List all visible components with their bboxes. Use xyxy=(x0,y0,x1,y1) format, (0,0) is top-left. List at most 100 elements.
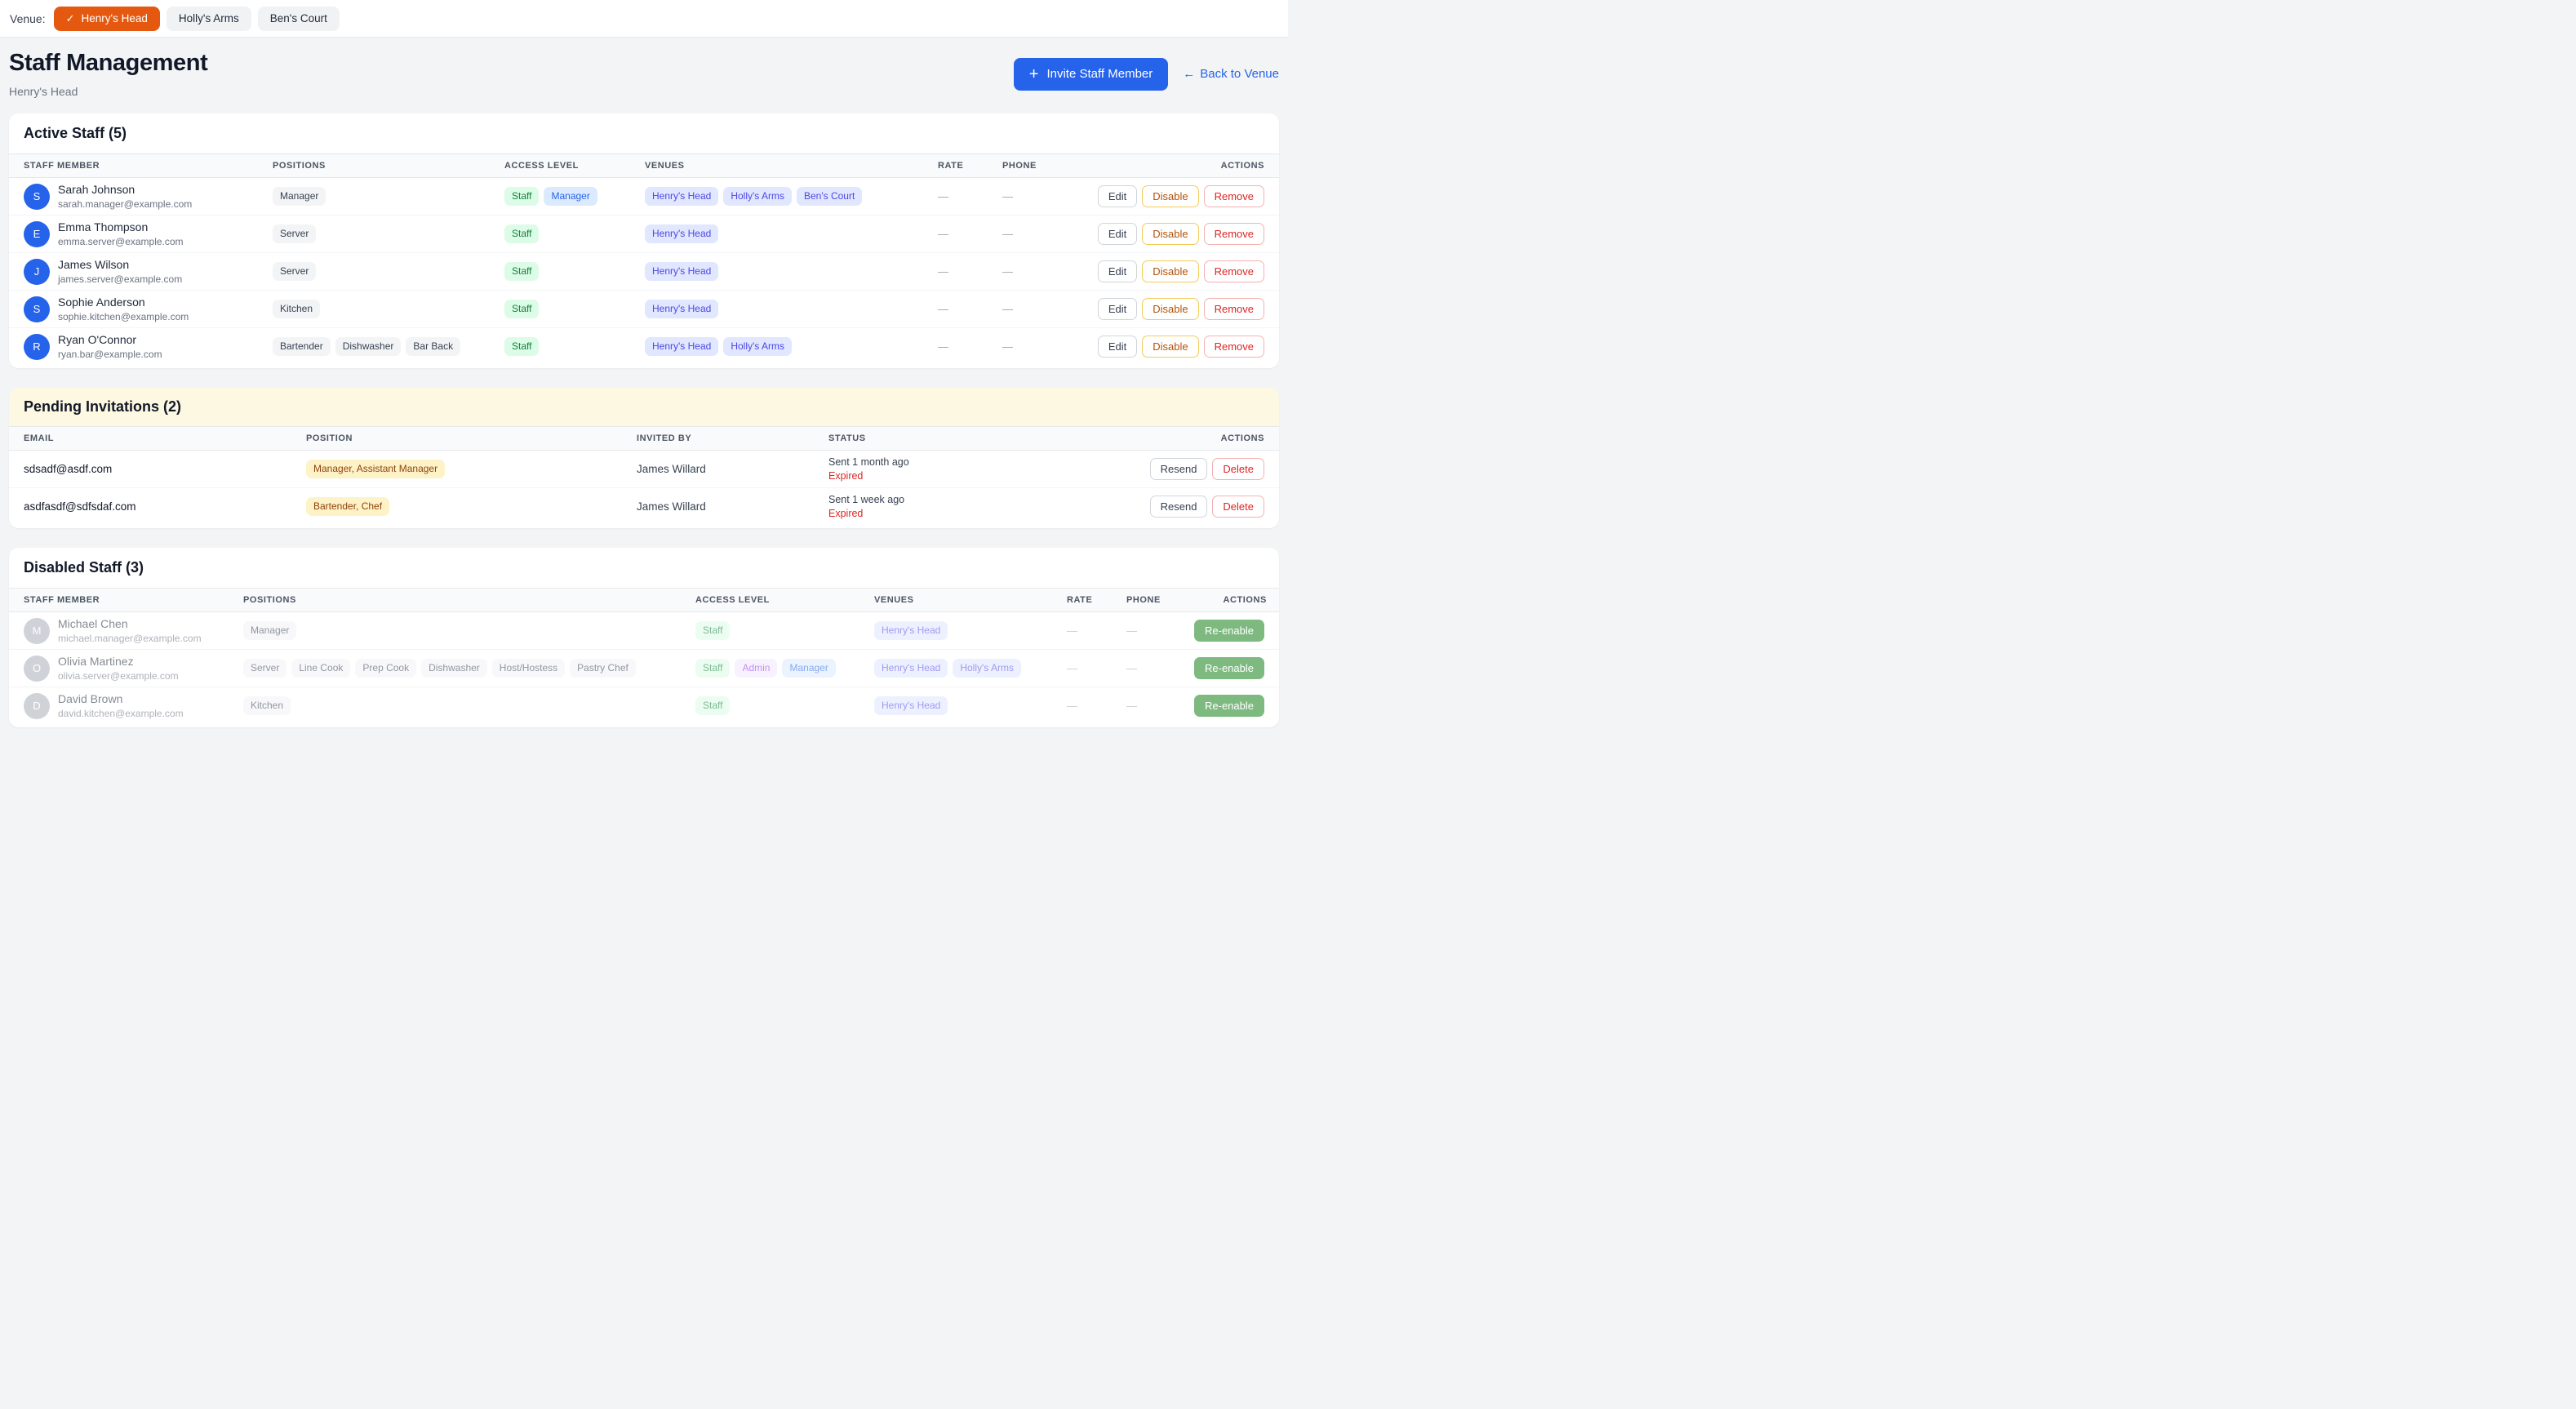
avatar: E xyxy=(24,221,50,247)
delete-button[interactable]: Delete xyxy=(1212,496,1264,518)
remove-button[interactable]: Remove xyxy=(1204,260,1264,282)
access-level-chip-list: Staff Manager xyxy=(504,187,645,206)
column-header: EMAIL xyxy=(24,433,306,443)
header-actions: + Invite Staff Member ← Back to Venue xyxy=(1014,58,1279,91)
column-header: PHONE xyxy=(1002,161,1068,171)
left-arrow-icon: ← xyxy=(1183,67,1195,81)
invitation-row: sdsadf@asdf.comManager, Assistant Manage… xyxy=(9,451,1279,487)
disable-button[interactable]: Disable xyxy=(1142,223,1198,245)
access-level-chip: Staff xyxy=(504,224,539,243)
staff-member-cell: MMichael Chenmichael.manager@example.com xyxy=(24,617,243,644)
page-header: Staff Management Henry's Head + Invite S… xyxy=(0,38,1288,113)
disable-button[interactable]: Disable xyxy=(1142,185,1198,207)
access-level-chip-list: Staff xyxy=(504,300,645,318)
venue-chip: Holly's Arms xyxy=(723,337,792,356)
venue-chip: Henry's Head xyxy=(645,337,718,356)
phone-value: — xyxy=(1002,190,1068,202)
column-header: ACCESS LEVEL xyxy=(695,595,874,605)
page-title: Staff Management xyxy=(9,50,207,77)
phone-value: — xyxy=(1126,700,1158,712)
invite-button-label: Invite Staff Member xyxy=(1046,67,1153,81)
venue-pill-label: Henry's Head xyxy=(82,12,148,24)
staff-member-text: Michael Chenmichael.manager@example.com xyxy=(58,617,202,644)
access-level-chip: Admin xyxy=(735,659,777,678)
remove-button[interactable]: Remove xyxy=(1204,185,1264,207)
actions-cell: EditDisable Remove xyxy=(1068,298,1264,320)
edit-button[interactable]: Edit xyxy=(1098,336,1137,358)
disable-button[interactable]: Disable xyxy=(1142,298,1198,320)
actions-cell: Re-enable xyxy=(1158,657,1264,679)
remove-button[interactable]: Remove xyxy=(1204,298,1264,320)
staff-name: David Brown xyxy=(58,692,184,705)
staff-member-text: Emma Thompsonemma.server@example.com xyxy=(58,220,184,247)
position-chip-list: Kitchen xyxy=(273,300,504,318)
position-chip: Dishwasher xyxy=(421,659,487,678)
resend-button[interactable]: Resend xyxy=(1150,458,1208,480)
staff-email: michael.manager@example.com xyxy=(58,633,202,644)
access-level-chip: Manager xyxy=(544,187,597,206)
venue-pill-ben-s-court[interactable]: Ben's Court xyxy=(258,7,340,31)
position-chip: Line Cook xyxy=(291,659,350,678)
position-chip: Manager xyxy=(273,187,326,206)
venue-chip: Henry's Head xyxy=(645,224,718,243)
disable-button[interactable]: Disable xyxy=(1142,260,1198,282)
back-to-venue-link[interactable]: ← Back to Venue xyxy=(1183,67,1279,81)
venue-chip: Henry's Head xyxy=(645,262,718,281)
resend-button[interactable]: Resend xyxy=(1150,496,1208,518)
active-staff-table-body: SSarah Johnsonsarah.manager@example.comM… xyxy=(9,178,1279,365)
re-enable-button[interactable]: Re-enable xyxy=(1194,620,1264,642)
access-level-chip: Staff xyxy=(504,262,539,281)
edit-button[interactable]: Edit xyxy=(1098,223,1137,245)
staff-email: sarah.manager@example.com xyxy=(58,198,192,210)
edit-button[interactable]: Edit xyxy=(1098,298,1137,320)
position-chip: Prep Cook xyxy=(355,659,416,678)
position-chip-list: BartenderDishwasherBar Back xyxy=(273,337,504,356)
staff-member-cell: E Emma Thompsonemma.server@example.com xyxy=(24,220,273,247)
rate-value: — xyxy=(938,303,1002,315)
remove-button[interactable]: Remove xyxy=(1204,223,1264,245)
position-chip-list: Manager xyxy=(273,187,504,206)
remove-button[interactable]: Remove xyxy=(1204,336,1264,358)
phone-value: — xyxy=(1002,265,1068,278)
position-chip: Kitchen xyxy=(273,300,320,318)
position-chip: Bar Back xyxy=(406,337,460,356)
actions-cell: ResendDelete xyxy=(1126,458,1264,480)
disable-button[interactable]: Disable xyxy=(1142,336,1198,358)
venue-chip: Henry's Head xyxy=(645,187,718,206)
access-level-chip: Manager xyxy=(782,659,835,678)
venue-chip-list: Henry's HeadHolly's ArmsBen's Court xyxy=(645,187,938,206)
column-header: VENUES xyxy=(645,161,938,171)
access-level-chip: Staff xyxy=(504,187,539,206)
re-enable-button[interactable]: Re-enable xyxy=(1194,657,1264,679)
edit-button[interactable]: Edit xyxy=(1098,185,1137,207)
venue-pill-group: ✓Henry's Head Holly's Arms Ben's Court xyxy=(54,7,340,31)
venue-chip: Holly's Arms xyxy=(723,187,792,206)
invite-staff-member-button[interactable]: + Invite Staff Member xyxy=(1014,58,1168,91)
actions-cell: EditDisable Remove xyxy=(1068,336,1264,358)
venue-chip-list: Henry's Head xyxy=(874,621,1067,640)
table-header-row: STAFF MEMBERPOSITIONSACCESS LEVELVENUESR… xyxy=(9,588,1279,612)
access-level-chip-list: Staff xyxy=(695,621,874,640)
staff-email: olivia.server@example.com xyxy=(58,670,179,682)
position-chip: Host/Hostess xyxy=(492,659,565,678)
column-header: PHONE xyxy=(1126,595,1161,605)
position-chip: Server xyxy=(243,659,286,678)
venue-pill-henry-s-head[interactable]: ✓Henry's Head xyxy=(54,7,160,31)
staff-name: Ryan O'Connor xyxy=(58,333,162,346)
staff-member-text: Olivia Martinezolivia.server@example.com xyxy=(58,655,179,682)
access-level-chip: Staff xyxy=(504,300,539,318)
access-level-chip: Staff xyxy=(695,621,730,640)
staff-member-cell: SSophie Andersonsophie.kitchen@example.c… xyxy=(24,296,273,322)
status-sent-text: Sent 1 month ago xyxy=(828,456,1126,468)
edit-button[interactable]: Edit xyxy=(1098,260,1137,282)
venue-pill-holly-s-arms[interactable]: Holly's Arms xyxy=(167,7,251,31)
re-enable-button[interactable]: Re-enable xyxy=(1194,695,1264,717)
delete-button[interactable]: Delete xyxy=(1212,458,1264,480)
column-header: RATE xyxy=(1067,595,1126,605)
staff-email: david.kitchen@example.com xyxy=(58,708,184,719)
position-chip: Dishwasher xyxy=(335,337,402,356)
staff-row: MMichael Chenmichael.manager@example.com… xyxy=(9,612,1279,649)
column-header: RATE xyxy=(938,161,1002,171)
pending-invitations-table-body: sdsadf@asdf.comManager, Assistant Manage… xyxy=(9,451,1279,525)
invited-by: James Willard xyxy=(637,500,828,513)
